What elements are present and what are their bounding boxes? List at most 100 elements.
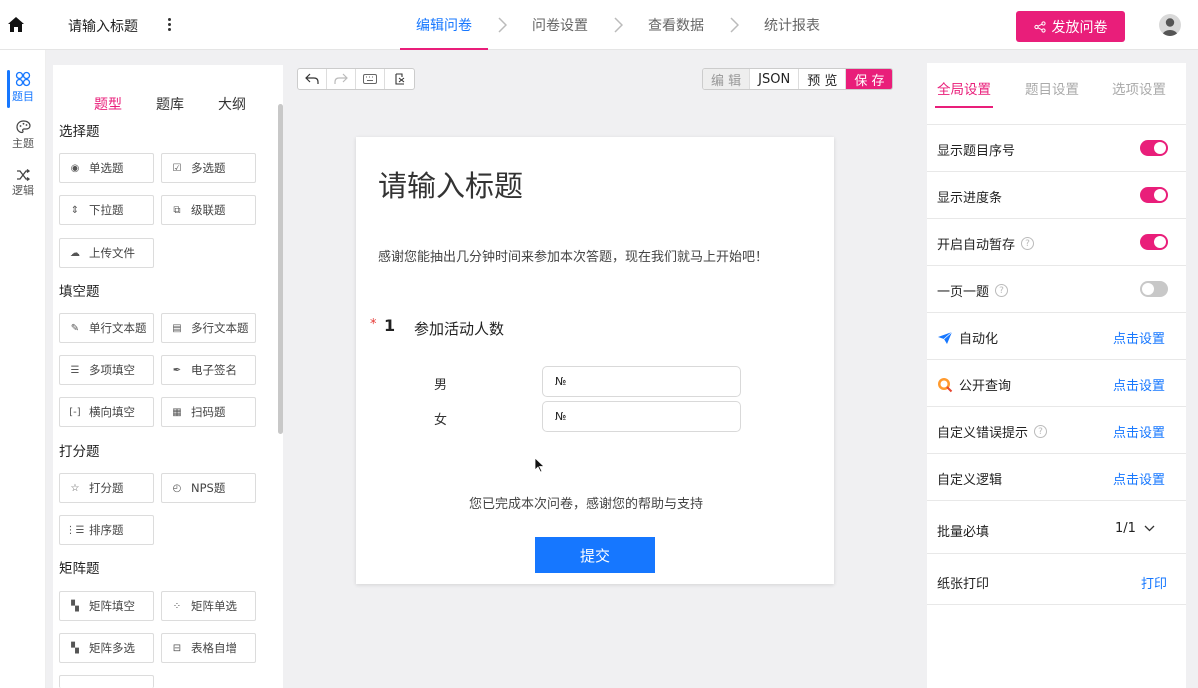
help-icon[interactable]: ? (1034, 425, 1048, 438)
add-single-text-button[interactable]: ✎ 单行文本题 (59, 313, 154, 343)
add-checkbox-button[interactable]: ☑ 多选题 (161, 153, 256, 183)
keyboard-button[interactable] (356, 69, 385, 89)
step-report[interactable]: 统计报表 (748, 0, 836, 50)
rail-item-theme[interactable]: 主题 (0, 112, 46, 158)
divider (927, 265, 1186, 266)
group-title-matrix: 矩阵题 (59, 561, 100, 577)
required-mark: * (370, 317, 377, 332)
publish-button[interactable]: 发放问卷 (1016, 11, 1125, 42)
chevron-down-icon (1144, 525, 1155, 532)
qbtn-label: 横向填空 (89, 405, 135, 419)
add-table-grow-button[interactable]: ⊟ 表格自增 (161, 633, 256, 663)
tab-global-settings[interactable]: 全局设置 (937, 78, 991, 98)
more-vertical-icon[interactable] (166, 16, 172, 34)
add-nps-button[interactable]: ◴ NPS题 (161, 473, 256, 503)
tab-outline[interactable]: 大纲 (201, 94, 263, 114)
tab-library[interactable]: 题库 (139, 94, 201, 114)
redo-button[interactable] (327, 69, 356, 89)
public-query-link[interactable]: 点击设置 (1113, 375, 1165, 394)
survey-description[interactable]: 感谢您能抽出几分钟时间来参加本次答题，现在我们就马上开始吧！ (378, 246, 768, 265)
chevron-right-icon (728, 0, 740, 50)
palette-icon (15, 119, 31, 133)
print-link[interactable]: 打印 (1141, 573, 1167, 592)
add-scan-button[interactable]: ▦ 扫码题 (161, 397, 256, 427)
divider (927, 500, 1186, 501)
clear-format-button[interactable] (385, 69, 414, 89)
add-more-button[interactable] (59, 675, 154, 688)
publish-label: 发放问卷 (1051, 19, 1108, 36)
share-icon (1033, 20, 1046, 33)
rail-item-questions[interactable]: 题目 (0, 64, 46, 110)
help-icon[interactable]: ? (1021, 237, 1035, 250)
divider (927, 604, 1186, 605)
save-button[interactable]: 保 存 (846, 69, 893, 89)
tab-option-settings[interactable]: 选项设置 (1112, 78, 1166, 98)
add-upload-button[interactable]: ☁ 上传文件 (59, 238, 154, 268)
step-edit[interactable]: 编辑问卷 (400, 0, 488, 50)
divider (927, 453, 1186, 454)
add-multi-fill-button[interactable]: ☰ 多项填空 (59, 355, 154, 385)
automation-link[interactable]: 点击设置 (1113, 328, 1165, 347)
undo-button[interactable] (298, 69, 327, 89)
left-rail: 题目 主题 逻辑 (0, 50, 46, 688)
group-title-score: 打分题 (59, 444, 100, 460)
top-bar: 请输入标题 编辑问卷 问卷设置 查看数据 统计报表 发放问卷 (0, 0, 1198, 50)
question-title[interactable]: 参加活动人数 (414, 318, 504, 339)
add-rating-button[interactable]: ☆ 打分题 (59, 473, 154, 503)
rail-label: 题目 (12, 89, 34, 103)
setting-row-automation: 自动化 (937, 328, 998, 347)
option-input[interactable]: № (542, 401, 741, 432)
add-matrix-fill-button[interactable]: ▚ 矩阵填空 (59, 591, 154, 621)
home-icon[interactable] (7, 16, 25, 34)
qbtn-label: 矩阵多选 (89, 641, 135, 655)
setting-label: 自定义错误提示 (937, 426, 1029, 441)
rail-item-logic[interactable]: 逻辑 (0, 160, 46, 206)
custom-logic-link[interactable]: 点击设置 (1113, 469, 1165, 488)
text-block-icon: ▤ (172, 322, 182, 334)
setting-label: 纸张打印 (937, 577, 990, 592)
option-label: 男 (434, 378, 448, 393)
submit-button[interactable]: 提交 (535, 537, 655, 573)
add-inline-fill-button[interactable]: [-] 横向填空 (59, 397, 154, 427)
divider (927, 553, 1186, 554)
preview-button[interactable]: 预 览 (799, 69, 847, 89)
option-input[interactable]: № (542, 366, 741, 397)
show-progress-toggle[interactable] (1140, 187, 1168, 203)
survey-title[interactable]: 请输入标题 (378, 163, 523, 205)
panel-scrollbar[interactable] (278, 104, 283, 434)
add-matrix-checkbox-button[interactable]: ▚ 矩阵多选 (59, 633, 154, 663)
finish-text[interactable]: 您已完成本次问卷，感谢您的帮助与支持 (469, 493, 703, 512)
edit-mode-button[interactable]: 编 辑 (703, 69, 751, 89)
show-number-toggle[interactable] (1140, 140, 1168, 156)
setting-row-auto-save: 开启自动暂存? (937, 234, 1035, 253)
step-data[interactable]: 查看数据 (632, 0, 720, 50)
add-signature-button[interactable]: ✒ 电子签名 (161, 355, 256, 385)
paper-plane-icon (938, 331, 953, 344)
tab-types[interactable]: 题型 (77, 94, 139, 114)
add-sort-button[interactable]: ⋮☰ 排序题 (59, 515, 154, 545)
add-dropdown-button[interactable]: ⇕ 下拉题 (59, 195, 154, 225)
pen-icon: ✒ (172, 364, 182, 376)
json-button[interactable]: JSON (750, 69, 800, 89)
setting-label: 显示进度条 (937, 191, 1003, 206)
qbtn-label: 多项填空 (89, 363, 135, 377)
add-multi-text-button[interactable]: ▤ 多行文本题 (161, 313, 256, 343)
tab-question-settings[interactable]: 题目设置 (1025, 78, 1079, 98)
add-radio-button[interactable]: ◉ 单选题 (59, 153, 154, 183)
avatar[interactable] (1159, 14, 1181, 36)
qbtn-label: 单行文本题 (89, 321, 147, 335)
panel-edge (1186, 50, 1198, 688)
auto-save-toggle[interactable] (1140, 234, 1168, 250)
help-icon[interactable]: ? (995, 284, 1009, 297)
one-page-toggle[interactable] (1140, 281, 1168, 297)
batch-required-select[interactable]: 1/1 (1115, 521, 1155, 536)
step-nav: 编辑问卷 问卷设置 查看数据 统计报表 (400, 0, 836, 50)
step-settings[interactable]: 问卷设置 (516, 0, 604, 50)
rail-label: 逻辑 (12, 183, 34, 197)
custom-error-link[interactable]: 点击设置 (1113, 422, 1165, 441)
add-cascade-button[interactable]: ⧉ 级联题 (161, 195, 256, 225)
setting-row-custom-error: 自定义错误提示? (937, 422, 1048, 441)
doc-title[interactable]: 请输入标题 (68, 16, 138, 36)
setting-label: 自定义逻辑 (937, 473, 1003, 488)
add-matrix-radio-button[interactable]: ⁘ 矩阵单选 (161, 591, 256, 621)
